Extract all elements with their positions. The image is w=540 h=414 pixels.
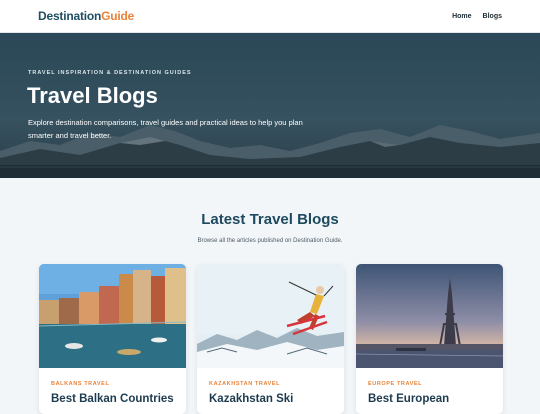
site-logo[interactable]: DestinationGuide <box>38 9 134 23</box>
nav-links: Home Blogs <box>452 13 502 20</box>
section-title: Latest Travel Blogs <box>201 211 339 228</box>
logo-text-destination: Destination <box>38 9 102 23</box>
section-subtitle: Browse all the articles published on Des… <box>197 238 343 244</box>
hero-eyebrow: TRAVEL INSPIRATION & DESTINATION GUIDES <box>28 70 192 76</box>
blog-card-image-europe <box>356 264 503 368</box>
blog-card-title: Best Balkan Countries <box>51 393 174 405</box>
blog-card-europe[interactable]: EUROPE TRAVEL Best European <box>356 264 503 414</box>
blog-card-kazakhstan[interactable]: KAZAKHSTAN TRAVEL Kazakhstan Ski <box>197 264 344 414</box>
blog-card-balkans[interactable]: BALKANS TRAVEL Best Balkan Countries <box>39 264 186 414</box>
blog-card-image-balkans <box>39 264 186 368</box>
nav-link-home[interactable]: Home <box>452 13 471 20</box>
blog-card-category: EUROPE TRAVEL <box>368 381 423 387</box>
top-navbar: DestinationGuide Home Blogs <box>0 0 540 33</box>
nav-link-blogs[interactable]: Blogs <box>483 13 502 20</box>
hero-subtitle: Explore destination comparisons, travel … <box>28 118 303 140</box>
blog-card-title: Best European <box>368 393 450 405</box>
hero-title: Travel Blogs <box>27 83 158 108</box>
blog-card-category: KAZAKHSTAN TRAVEL <box>209 381 281 387</box>
blog-card-title: Kazakhstan Ski <box>209 393 294 405</box>
blog-card-category: BALKANS TRAVEL <box>51 381 110 387</box>
blog-card-image-kazakhstan <box>197 264 344 368</box>
hero-banner: TRAVEL INSPIRATION & DESTINATION GUIDES … <box>0 33 540 178</box>
logo-text-guide: Guide <box>101 9 135 23</box>
